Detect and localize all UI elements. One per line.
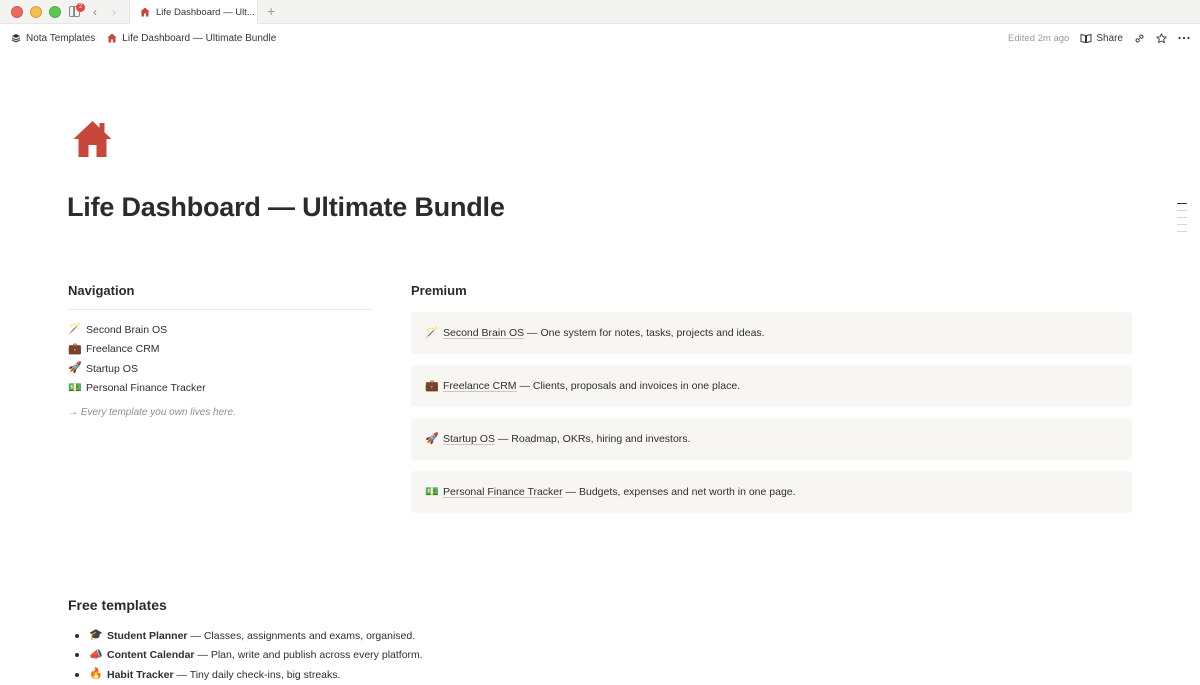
back-arrow-icon[interactable]: ‹ [93, 4, 97, 20]
tab-life-dashboard[interactable]: Life Dashboard — Ult... [129, 0, 258, 24]
nav-link-startup-os[interactable]: 🚀 Startup OS [68, 359, 373, 379]
house-icon [140, 7, 150, 17]
list-item: 🎓 Student Planner — Classes, assignments… [68, 626, 668, 646]
navigation-section: Navigation 🪄 Second Brain OS 💼 Freelance… [68, 283, 373, 418]
list-item: 🔥 Habit Tracker — Tiny daily check-ins, … [68, 665, 668, 685]
maximize-window-button[interactable] [49, 6, 61, 18]
navigation-heading: Navigation [68, 283, 135, 298]
divider [68, 309, 373, 310]
page-icon[interactable] [72, 119, 113, 164]
minimize-window-button[interactable] [30, 6, 42, 18]
nav-link-second-brain-os[interactable]: 🪄 Second Brain OS [68, 320, 373, 340]
navigation-list: 🪄 Second Brain OS 💼 Freelance CRM 🚀 Star… [68, 320, 373, 398]
window-titlebar: 2 ‹ › Life Dashboard — Ult... + [0, 0, 1200, 24]
breadcrumb-workspace[interactable]: Nota Templates [0, 33, 101, 44]
nav-link-label: Second Brain OS [86, 323, 168, 336]
topbar: Nota Templates Life Dashboard — Ultimate… [0, 25, 1200, 51]
navigation-note: → Every template you own lives here. [68, 407, 236, 418]
list-item: 📣 Content Calendar — Plan, write and pub… [68, 646, 668, 666]
free-template-link[interactable]: Habit Tracker [107, 669, 174, 681]
premium-card-description: — One system for notes, tasks, projects … [524, 327, 765, 339]
table-of-contents-minimap[interactable] [1177, 203, 1187, 238]
free-templates-section: Free templates 🎓 Student Planner — Class… [68, 597, 668, 685]
nav-link-label: Personal Finance Tracker [86, 382, 206, 395]
bullet-point [75, 633, 79, 638]
premium-card-link[interactable]: Startup OS [443, 433, 495, 445]
premium-card-link[interactable]: Freelance CRM [443, 380, 517, 392]
share-label: Share [1096, 32, 1123, 44]
premium-section: Premium 🪄 Second Brain OS — One system f… [411, 283, 1132, 524]
notification-badge: 2 [76, 3, 85, 12]
star-icon[interactable] [1156, 32, 1167, 44]
premium-card-startup-os[interactable]: 🚀 Startup OS — Roadmap, OKRs, hiring and… [411, 418, 1132, 460]
breadcrumb-page-label: Life Dashboard — Ultimate Bundle [122, 32, 277, 44]
share-button[interactable]: Share [1080, 33, 1123, 44]
premium-card-description: — Clients, proposals and invoices in one… [516, 380, 741, 392]
nav-link-personal-finance-tracker[interactable]: 💵 Personal Finance Tracker [68, 379, 373, 399]
free-templates-heading: Free templates [68, 597, 167, 613]
house-icon [107, 33, 117, 43]
nav-link-label: Startup OS [86, 362, 138, 375]
graduation-cap-icon: 🎓 [89, 629, 103, 642]
free-template-description: — Classes, assignments and exams, organi… [187, 629, 416, 642]
house-icon [73, 121, 112, 157]
premium-card-link[interactable]: Personal Finance Tracker [443, 486, 563, 498]
money-icon: 💵 [68, 381, 82, 394]
premium-card-description: — Budgets, expenses and net worth in one… [562, 486, 796, 498]
page-title: Life Dashboard — Ultimate Bundle [67, 192, 505, 222]
megaphone-icon: 📣 [89, 648, 103, 661]
book-open-icon [1080, 33, 1092, 43]
edited-timestamp: Edited 2m ago [1008, 32, 1070, 44]
new-tab-icon[interactable]: + [267, 3, 275, 19]
nav-link-freelance-crm[interactable]: 💼 Freelance CRM [68, 340, 373, 360]
close-window-button[interactable] [11, 6, 23, 18]
free-templates-list: 🎓 Student Planner — Classes, assignments… [68, 626, 668, 685]
premium-card-personal-finance-tracker[interactable]: 💵 Personal Finance Tracker — Budgets, ex… [411, 471, 1132, 513]
premium-card-freelance-crm[interactable]: 💼 Freelance CRM — Clients, proposals and… [411, 365, 1132, 407]
bullet-point [75, 653, 79, 658]
breadcrumb-workspace-label: Nota Templates [26, 32, 96, 44]
stack-icon [11, 34, 21, 43]
free-template-description: — Tiny daily check-ins, big streaks. [173, 668, 341, 681]
free-template-description: — Plan, write and publish across every p… [194, 649, 423, 662]
nav-link-label: Freelance CRM [86, 343, 160, 356]
free-template-link[interactable]: Student Planner [107, 630, 188, 642]
briefcase-icon: 💼 [425, 379, 439, 392]
rocket-icon: 🚀 [425, 432, 439, 445]
tab-title: Life Dashboard — Ult... [156, 6, 255, 18]
magic-wand-icon: 🪄 [68, 323, 82, 336]
premium-list: 🪄 Second Brain OS — One system for notes… [411, 312, 1132, 513]
more-options-icon[interactable] [1178, 36, 1190, 40]
link-icon[interactable] [1134, 33, 1145, 44]
magic-wand-icon: 🪄 [425, 326, 439, 339]
free-template-link[interactable]: Content Calendar [107, 649, 195, 661]
bullet-point [75, 672, 79, 677]
briefcase-icon: 💼 [68, 342, 82, 355]
premium-card-description: — Roadmap, OKRs, hiring and investors. [494, 433, 691, 445]
money-icon: 💵 [425, 485, 439, 498]
breadcrumb-page[interactable]: Life Dashboard — Ultimate Bundle [101, 33, 282, 44]
rocket-icon: 🚀 [68, 362, 82, 375]
premium-card-second-brain-os[interactable]: 🪄 Second Brain OS — One system for notes… [411, 312, 1132, 354]
forward-arrow-icon[interactable]: › [112, 4, 116, 20]
premium-heading: Premium [411, 283, 467, 298]
premium-card-link[interactable]: Second Brain OS [443, 327, 524, 339]
fire-icon: 🔥 [89, 668, 103, 681]
